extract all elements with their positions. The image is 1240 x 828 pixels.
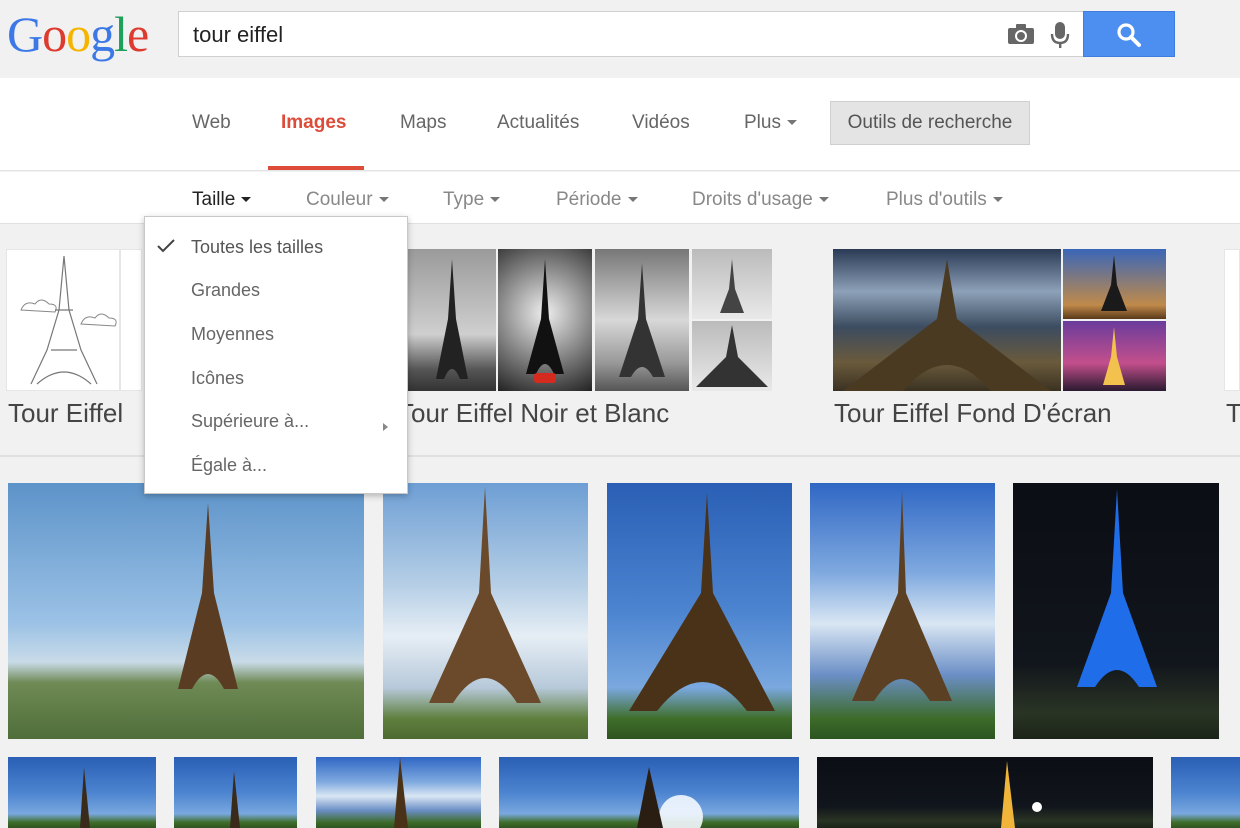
chevron-right-icon <box>383 423 388 431</box>
image-result[interactable] <box>1171 757 1240 828</box>
top-bar: Google <box>0 0 1240 78</box>
size-option-larger-than[interactable]: Supérieure à... <box>191 411 309 432</box>
tab-images[interactable]: Images <box>281 112 346 134</box>
size-option-exactly[interactable]: Égale à... <box>191 455 267 476</box>
tab-videos[interactable]: Vidéos <box>632 112 690 134</box>
microphone-icon[interactable] <box>1049 21 1071 49</box>
tab-plus[interactable]: Plus <box>744 112 797 134</box>
checkmark-icon <box>157 239 175 253</box>
search-nav: Web Images Maps Actualités Vidéos Plus O… <box>0 78 1240 171</box>
logo-letter-o1: o <box>42 6 67 62</box>
tool-label: Type <box>443 189 485 210</box>
image-result[interactable] <box>499 757 799 828</box>
search-input[interactable] <box>193 20 973 50</box>
size-option-all[interactable]: Toutes les tailles <box>191 237 323 258</box>
tab-web[interactable]: Web <box>192 112 231 134</box>
related-thumbnail[interactable] <box>595 249 689 391</box>
size-option-medium[interactable]: Moyennes <box>191 324 274 345</box>
image-result[interactable] <box>174 757 297 828</box>
related-label[interactable]: Tour Eiffel Noir et Blanc <box>398 398 669 429</box>
search-box <box>178 11 1084 57</box>
tab-label: Vidéos <box>632 112 690 133</box>
search-button[interactable] <box>1083 11 1175 57</box>
size-option-icon[interactable]: Icônes <box>191 368 244 389</box>
image-result[interactable] <box>383 483 588 739</box>
tab-maps[interactable]: Maps <box>400 112 446 134</box>
related-thumbnail[interactable] <box>1063 249 1166 319</box>
tool-label: Taille <box>192 189 236 210</box>
size-dropdown-menu: Toutes les tailles Grandes Moyennes Icôn… <box>144 216 408 494</box>
related-thumbnail[interactable] <box>692 249 772 319</box>
tab-label: Maps <box>400 112 447 133</box>
chevron-down-icon <box>818 197 829 203</box>
related-thumbnail[interactable] <box>692 321 772 391</box>
logo-letter-g: G <box>7 6 43 62</box>
related-label[interactable]: Tour Eiffel <box>8 398 123 429</box>
tool-label: Période <box>556 189 622 210</box>
search-tools-button[interactable]: Outils de recherche <box>830 101 1030 145</box>
logo-letter-g2: g <box>90 6 115 62</box>
tab-label: Actualités <box>497 112 580 133</box>
camera-icon[interactable] <box>1007 23 1035 45</box>
chevron-down-icon <box>786 120 797 126</box>
search-icon <box>1117 23 1141 47</box>
google-logo[interactable]: Google <box>7 6 149 62</box>
related-thumbnail[interactable] <box>833 249 1061 391</box>
related-thumbnail[interactable] <box>120 249 142 391</box>
tool-label: Droits d'usage <box>692 189 813 210</box>
logo-letter-e: e <box>127 6 149 62</box>
image-result[interactable] <box>8 757 156 828</box>
tool-type[interactable]: Type <box>443 189 501 211</box>
related-thumbnail[interactable] <box>1224 249 1240 391</box>
tool-periode[interactable]: Période <box>556 189 638 211</box>
tool-plus-outils[interactable]: Plus d'outils <box>886 189 1003 211</box>
image-result[interactable] <box>817 757 1153 828</box>
logo-letter-o2: o <box>66 6 91 62</box>
related-thumbnail[interactable] <box>6 249 120 391</box>
tool-taille[interactable]: Taille <box>192 189 252 211</box>
related-label[interactable]: Tour Eiffel Fond D'écran <box>834 398 1112 429</box>
image-result[interactable] <box>810 483 995 739</box>
chevron-down-icon <box>992 197 1003 203</box>
related-label[interactable]: T <box>1226 398 1240 429</box>
related-thumbnail[interactable] <box>498 249 592 391</box>
tab-label: Web <box>192 112 231 133</box>
tool-label: Couleur <box>306 189 373 210</box>
image-result[interactable] <box>607 483 792 739</box>
tab-actualites[interactable]: Actualités <box>497 112 579 134</box>
image-result[interactable] <box>8 483 364 739</box>
chevron-down-icon <box>627 197 638 203</box>
active-tab-indicator <box>268 166 364 170</box>
tab-label: Plus <box>744 112 781 133</box>
image-result[interactable] <box>316 757 481 828</box>
tab-label: Images <box>281 112 347 133</box>
logo-letter-l: l <box>114 6 128 62</box>
chevron-down-icon <box>490 197 501 203</box>
size-option-large[interactable]: Grandes <box>191 280 260 301</box>
chevron-down-icon <box>378 197 389 203</box>
related-thumbnail[interactable] <box>1063 321 1166 391</box>
tool-droits-usage[interactable]: Droits d'usage <box>692 189 829 211</box>
chevron-down-icon <box>241 197 252 203</box>
tool-couleur[interactable]: Couleur <box>306 189 389 211</box>
image-result[interactable] <box>1013 483 1219 739</box>
related-thumbnail[interactable] <box>408 249 496 391</box>
tool-label: Plus d'outils <box>886 189 987 210</box>
